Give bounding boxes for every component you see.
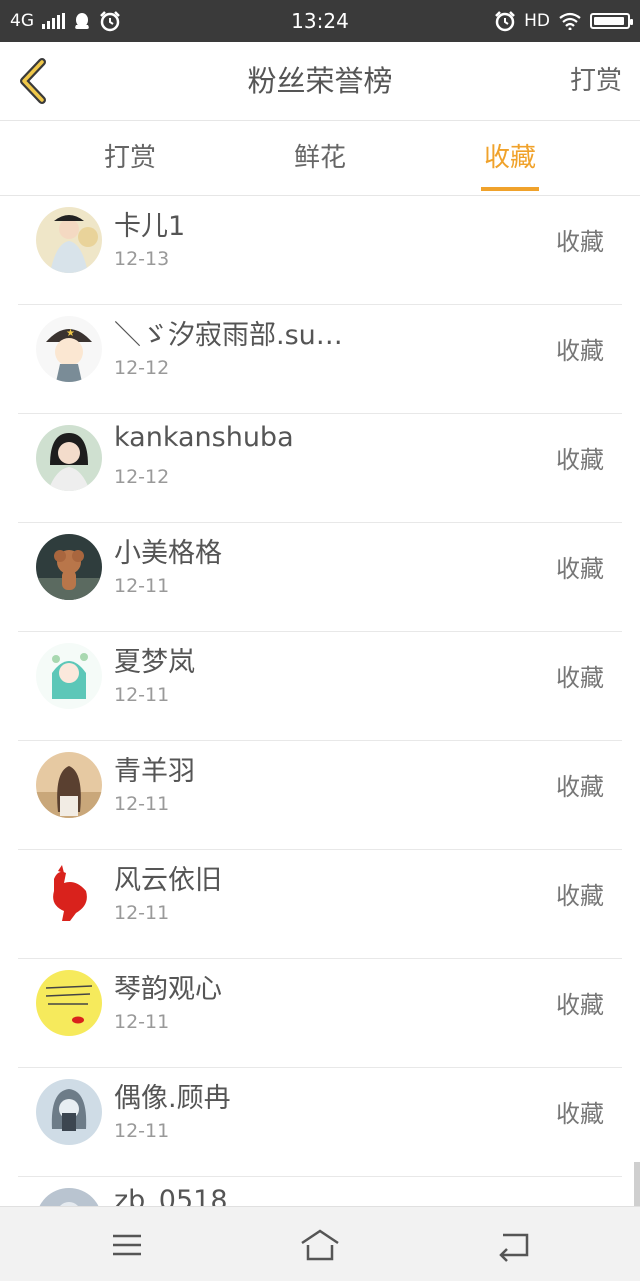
list-item[interactable]: kankanshuba 12-12 收藏	[18, 414, 622, 523]
favorite-label: 收藏	[556, 446, 604, 474]
svg-text:★: ★	[66, 328, 75, 339]
avatar	[36, 1188, 102, 1206]
tab-bar: 打赏 鲜花 收藏	[0, 121, 640, 196]
hd-label: HD	[524, 11, 550, 31]
avatar	[36, 1079, 102, 1145]
avatar	[36, 425, 102, 491]
back-arrow-icon[interactable]	[493, 1225, 537, 1265]
favorite-label: 收藏	[556, 773, 604, 801]
fan-date: 12-11	[114, 575, 170, 597]
fan-name: 青羊羽	[114, 756, 195, 787]
fan-list: 卡儿1 12-13 收藏 ★ ＼ゞ汐寂雨部.su… 12-12 收藏 kanka…	[0, 196, 640, 1206]
list-item[interactable]: 青羊羽 12-11 收藏	[18, 741, 622, 850]
tab-flowers[interactable]: 鲜花	[290, 121, 350, 195]
avatar: ★	[36, 316, 102, 382]
menu-icon[interactable]	[105, 1225, 149, 1265]
fan-date: 12-12	[114, 357, 170, 379]
favorite-label: 收藏	[556, 882, 604, 910]
fan-date: 12-11	[114, 793, 170, 815]
fan-name: 卡儿1	[114, 211, 186, 242]
list-item[interactable]: 琴韵观心 12-11 收藏	[18, 959, 622, 1068]
favorite-label: 收藏	[556, 555, 604, 583]
home-icon[interactable]	[298, 1225, 342, 1265]
app-header: 粉丝荣誉榜 打赏	[0, 42, 640, 121]
fan-date: 12-11	[114, 684, 170, 706]
avatar	[36, 752, 102, 818]
fan-name: 琴韵观心	[114, 974, 222, 1005]
list-item[interactable]: ★ ＼ゞ汐寂雨部.su… 12-12 收藏	[18, 305, 622, 414]
status-bar: 4G 13:24 HD	[0, 0, 640, 42]
favorite-label: 收藏	[556, 228, 604, 256]
system-nav-bar	[0, 1206, 640, 1281]
list-item[interactable]: 小美格格 12-11 收藏	[18, 523, 622, 632]
avatar	[36, 534, 102, 600]
list-item[interactable]: 夏梦岚 12-11 收藏	[18, 632, 622, 741]
alarm-icon	[495, 11, 516, 32]
fan-name: 小美格格	[114, 538, 222, 569]
tab-reward[interactable]: 打赏	[100, 121, 160, 195]
fan-date: 12-12	[114, 466, 170, 488]
reward-button[interactable]: 打赏	[570, 42, 622, 120]
scrollbar[interactable]	[634, 1162, 640, 1206]
fan-name: 风云依旧	[114, 865, 222, 896]
fan-name: ＼ゞ汐寂雨部.su…	[114, 320, 343, 351]
favorite-label: 收藏	[556, 991, 604, 1019]
page-title: 粉丝荣誉榜	[247, 64, 393, 98]
avatar	[36, 970, 102, 1036]
fan-date: 12-11	[114, 1120, 170, 1142]
fan-name: kankanshuba	[114, 422, 294, 453]
fan-name: 夏梦岚	[114, 647, 195, 678]
fan-date: 12-13	[114, 248, 170, 270]
fan-date: 12-11	[114, 902, 170, 924]
list-item[interactable]: 偶像.顾冉 12-11 收藏	[18, 1068, 622, 1177]
fan-name: zb_0518	[114, 1185, 228, 1206]
avatar	[36, 861, 102, 927]
tab-favorites[interactable]: 收藏	[481, 121, 539, 195]
fan-date: 12-11	[114, 1011, 170, 1033]
list-item[interactable]: 风云依旧 12-11 收藏	[18, 850, 622, 959]
battery-icon	[590, 13, 633, 29]
favorite-label: 收藏	[556, 664, 604, 692]
avatar	[36, 207, 102, 273]
favorite-label: 收藏	[556, 1100, 604, 1128]
list-item[interactable]: 卡儿1 12-13 收藏	[18, 196, 622, 305]
status-right: HD	[494, 0, 633, 42]
wifi-icon	[559, 12, 581, 30]
avatar	[36, 643, 102, 709]
list-item[interactable]: zb_0518 收藏	[18, 1177, 622, 1206]
fan-name: 偶像.顾冉	[114, 1083, 231, 1114]
favorite-label: 收藏	[556, 337, 604, 365]
